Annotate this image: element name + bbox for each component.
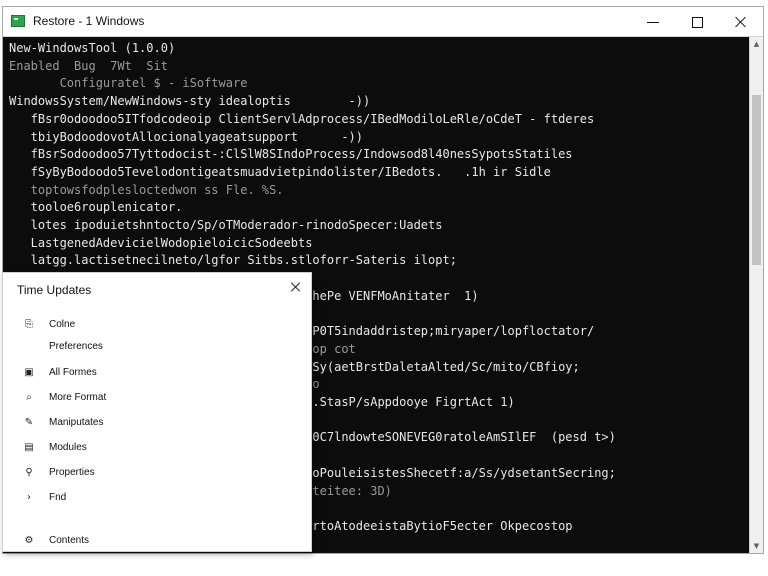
panel-close-button[interactable] xyxy=(287,279,305,297)
panel-title: Time Updates xyxy=(17,283,92,297)
menu-item[interactable]: ⚙ Contents xyxy=(3,531,311,553)
updates-panel: Time Updates ⎘ Colne Preferences ▣ All Forme… xyxy=(2,272,312,552)
scroll-up-arrow-icon[interactable]: ▲ xyxy=(750,37,763,51)
edit-icon: ✎ xyxy=(24,417,34,428)
window-title: Restore - 1 Windows xyxy=(33,14,145,28)
maximize-button[interactable] xyxy=(675,7,719,37)
menu-item-label: Modules xyxy=(49,442,87,453)
console-line: lotes ipoduietshntocto/Sp/oTModerador-ri… xyxy=(9,218,443,232)
menu-item-label: All Formes xyxy=(49,367,97,378)
console-line: fBsrSodoodoo57Tyttodocist-:ClSlW8SIndoPr… xyxy=(9,147,573,162)
menu-item-label: More Format xyxy=(49,392,107,403)
menu-item-label: Contents xyxy=(49,535,90,546)
close-button[interactable] xyxy=(719,7,763,37)
menu-item-label: Maniputates xyxy=(49,417,104,428)
console-line: LastgenedAdevicielWodopieloicicSodeebts xyxy=(9,235,313,250)
console-line: latgg.lactisetnecilneto/lgfor Sitbs.stlo… xyxy=(9,253,457,268)
title-bar[interactable]: Restore - 1 Windows xyxy=(3,7,763,37)
console-line: toptowsfodplesloctedwon ss Fle. %S. xyxy=(9,182,284,197)
console-line: Enabled Bug 7Wt Sit xyxy=(9,58,168,73)
copy-icon: ⎘ xyxy=(25,319,33,330)
display-icon: ▣ xyxy=(24,367,34,378)
menu-item[interactable]: ▤ Modules xyxy=(3,438,311,460)
console-line: tooloe6rouplenicator. xyxy=(9,200,183,215)
menu-item[interactable]: ▣ All Formes xyxy=(3,363,311,385)
scroll-thumb[interactable] xyxy=(752,95,761,265)
terminal-app-icon xyxy=(11,15,25,27)
console-line: Configuratel $ - iSoftware xyxy=(9,76,248,91)
menu-item[interactable]: ⚲ Properties xyxy=(3,463,311,485)
scroll-down-arrow-icon[interactable]: ▼ xyxy=(750,539,763,553)
console-line: tbiyBodoodovotAllocionalyageatsupport -)… xyxy=(9,129,364,144)
menu-item[interactable]: ⌕ More Format xyxy=(3,388,311,410)
menu-item-label: Colne xyxy=(49,319,76,330)
console-line: fBsr0odoodoo5ITfodcodeoip ClientServlAdp… xyxy=(9,111,595,126)
settings-icon: ⚙ xyxy=(24,535,34,546)
search-icon: ⌕ xyxy=(26,392,32,403)
console-line: fSyByBodoodo5Tevelodontigeatsmuadvietpin… xyxy=(9,164,551,179)
vertical-scrollbar[interactable]: ▲ ▼ xyxy=(749,37,763,553)
list-icon: ▤ xyxy=(24,442,34,453)
menu-item-sublabel[interactable]: Preferences xyxy=(49,341,103,352)
menu-item[interactable]: ✎ Maniputates xyxy=(3,413,311,435)
console-line: New-WindowsTool (1.0.0) xyxy=(9,41,176,55)
minimize-button[interactable] xyxy=(631,7,675,37)
chevron-right-icon: › xyxy=(27,492,31,503)
menu-item-label: Fnd xyxy=(49,492,67,503)
menu-item[interactable]: › Fnd xyxy=(3,488,311,510)
menu-item-label: Properties xyxy=(49,467,95,478)
find-icon: ⚲ xyxy=(25,467,33,478)
menu-item[interactable]: ⎘ Colne xyxy=(3,315,311,337)
console-line: WindowsSystem/NewWindows-sty idealoptis … xyxy=(9,94,371,109)
